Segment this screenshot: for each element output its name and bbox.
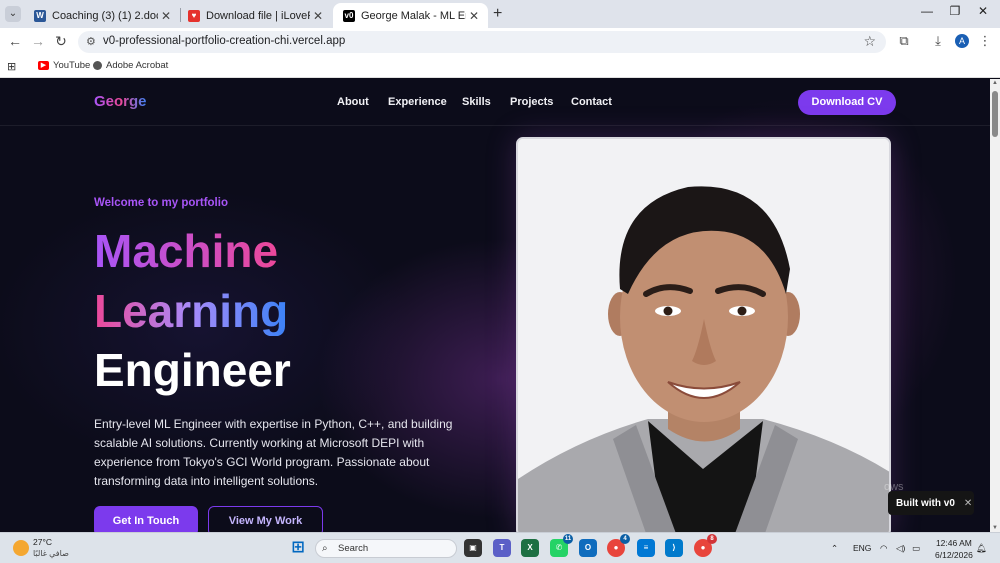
view-my-work-button[interactable]: View My Work (208, 506, 323, 532)
scroll-down-icon[interactable]: ▼ (990, 525, 1000, 531)
tray-chevron-icon[interactable]: ⌃ (831, 543, 838, 554)
chrome-icon[interactable]: ● 4 (607, 534, 630, 557)
weather-temp[interactable]: 27°C (33, 537, 52, 547)
azure-data-studio-icon[interactable]: ≡ (637, 539, 655, 557)
bookmark-youtube[interactable]: ▶ YouTube (38, 60, 90, 71)
close-window-icon[interactable]: ✕ (968, 4, 998, 18)
menu-icon[interactable]: ⋮ (976, 33, 994, 49)
url-text: v0-professional-portfolio-creation-chi.v… (103, 35, 346, 47)
scroll-thumb[interactable] (992, 91, 998, 137)
clock-time: 12:46 AM (935, 538, 972, 548)
hero-title-line1: Machine (94, 225, 279, 277)
chrome-profile-icon[interactable]: ● 8 (694, 534, 717, 557)
close-icon[interactable]: ✕ (466, 9, 482, 23)
notification-badge: 8 (707, 534, 717, 544)
nav-experience[interactable]: Experience (388, 96, 447, 108)
windows-taskbar: 27°C صافي غالبًا ⊞ ⌕ Search ▣ T X ✆ 11 O… (0, 532, 1000, 563)
hero-title-line2: Learning (94, 285, 289, 337)
nav-contact[interactable]: Contact (571, 96, 612, 108)
profile-photo (516, 137, 891, 532)
weather-desc: صافي غالبًا (33, 549, 69, 558)
word-icon: W (34, 9, 46, 22)
v0-icon: v0 (343, 9, 355, 22)
download-cv-button[interactable]: Download CV (798, 90, 896, 115)
badge-label: Built with v0 (896, 497, 955, 509)
portfolio-page: George About Experience Skills Projects … (0, 79, 990, 532)
tab-search-icon[interactable]: ⌄ (5, 6, 21, 22)
search-icon: ⌕ (322, 543, 328, 554)
tab-ilovepdf[interactable]: ♥ Download file | iLovePDF ✕ (178, 3, 332, 28)
portrait-illustration (518, 139, 889, 532)
weather-icon[interactable] (13, 540, 29, 556)
teams-icon[interactable]: T (493, 539, 511, 557)
taskbar-search[interactable]: ⌕ Search (315, 539, 457, 558)
browser-toolbar: ← → ↻ ⚙ v0-professional-portfolio-creati… (0, 28, 1000, 56)
start-icon[interactable]: ⊞ (289, 539, 307, 557)
site-info-icon[interactable]: ⚙ (86, 35, 96, 48)
excel-icon[interactable]: X (521, 539, 539, 557)
download-icon[interactable]: ⤓ (929, 33, 947, 49)
bookmark-label: Adobe Acrobat (106, 60, 169, 71)
restore-icon[interactable]: ❐ (940, 4, 970, 18)
site-logo[interactable]: George (94, 93, 147, 110)
tab-strip: ⌄ W Coaching (3) (1) 2.docx ✕ ♥ Download… (0, 0, 1000, 28)
volume-icon[interactable]: ◁) (896, 543, 905, 554)
wifi-icon[interactable]: ◠ (880, 543, 887, 554)
site-header: George About Experience Skills Projects … (0, 79, 990, 126)
bookmark-star-icon[interactable]: ☆ (863, 33, 876, 50)
close-icon[interactable]: ✕ (310, 9, 326, 23)
battery-icon[interactable]: ▭ (912, 543, 920, 554)
language-indicator[interactable]: ENG (853, 543, 871, 553)
profile-avatar[interactable]: A (955, 34, 969, 48)
nav-about[interactable]: About (337, 96, 369, 108)
task-view-icon[interactable]: ▣ (464, 539, 482, 557)
bookmark-adobe-acrobat[interactable]: Adobe Acrobat (93, 60, 168, 71)
whatsapp-icon[interactable]: ✆ 11 (550, 534, 573, 557)
search-label: Search (338, 543, 369, 554)
address-bar[interactable]: ⚙ v0-professional-portfolio-creation-chi… (78, 31, 886, 53)
get-in-touch-button[interactable]: Get In Touch (94, 506, 198, 532)
tab-title: George Malak - ML Engineer | (361, 9, 466, 22)
page-scrollbar[interactable]: ▲ ▼ (990, 79, 1000, 532)
notifications-icon[interactable]: 🔔︎ (976, 543, 987, 554)
bookmark-label: YouTube (53, 60, 91, 71)
scroll-up-icon[interactable]: ▲ (990, 80, 1000, 86)
tab-title: Download file | iLovePDF (206, 9, 310, 22)
hero-bio: Entry-level ML Engineer with expertise i… (94, 417, 453, 488)
forward-icon[interactable]: → (28, 33, 48, 49)
close-icon[interactable]: ✕ (964, 498, 972, 509)
minimize-icon[interactable]: — (912, 4, 942, 18)
hero-title-line3: Engineer (94, 344, 291, 396)
new-tab-icon[interactable]: + (493, 5, 502, 23)
adobe-acrobat-icon (93, 61, 102, 70)
youtube-icon: ▶ (38, 61, 49, 70)
clock-date: 6/12/2026 (935, 550, 973, 560)
built-with-v0-badge[interactable]: Built with v0 ✕ (888, 491, 974, 515)
ilovepdf-icon: ♥ (188, 9, 200, 22)
nav-skills[interactable]: Skills (462, 96, 491, 108)
tab-title: Coaching (3) (1) 2.docx (52, 9, 158, 22)
system-clock[interactable]: 12:46 AM 6/12/2026 (935, 537, 973, 561)
nav-projects[interactable]: Projects (510, 96, 553, 108)
welcome-text: Welcome to my portfolio (94, 197, 228, 209)
notification-badge: 4 (620, 534, 630, 544)
extensions-icon[interactable]: ⧉ (895, 33, 913, 49)
notification-badge: 11 (563, 534, 573, 544)
tab-portfolio[interactable]: v0 George Malak - ML Engineer | ✕ (333, 3, 488, 28)
tab-coaching[interactable]: W Coaching (3) (1) 2.docx ✕ (24, 3, 180, 28)
apps-grid-icon[interactable]: ⊞ (7, 60, 16, 73)
vscode-icon[interactable]: ⟩ (665, 539, 683, 557)
back-icon[interactable]: ← (5, 33, 25, 49)
close-icon[interactable]: ✕ (158, 9, 174, 23)
outlook-icon[interactable]: O (579, 539, 597, 557)
reload-icon[interactable]: ↻ (51, 33, 71, 50)
bookmarks-bar: ⊞ ▶ YouTube Adobe Acrobat (0, 56, 1000, 78)
